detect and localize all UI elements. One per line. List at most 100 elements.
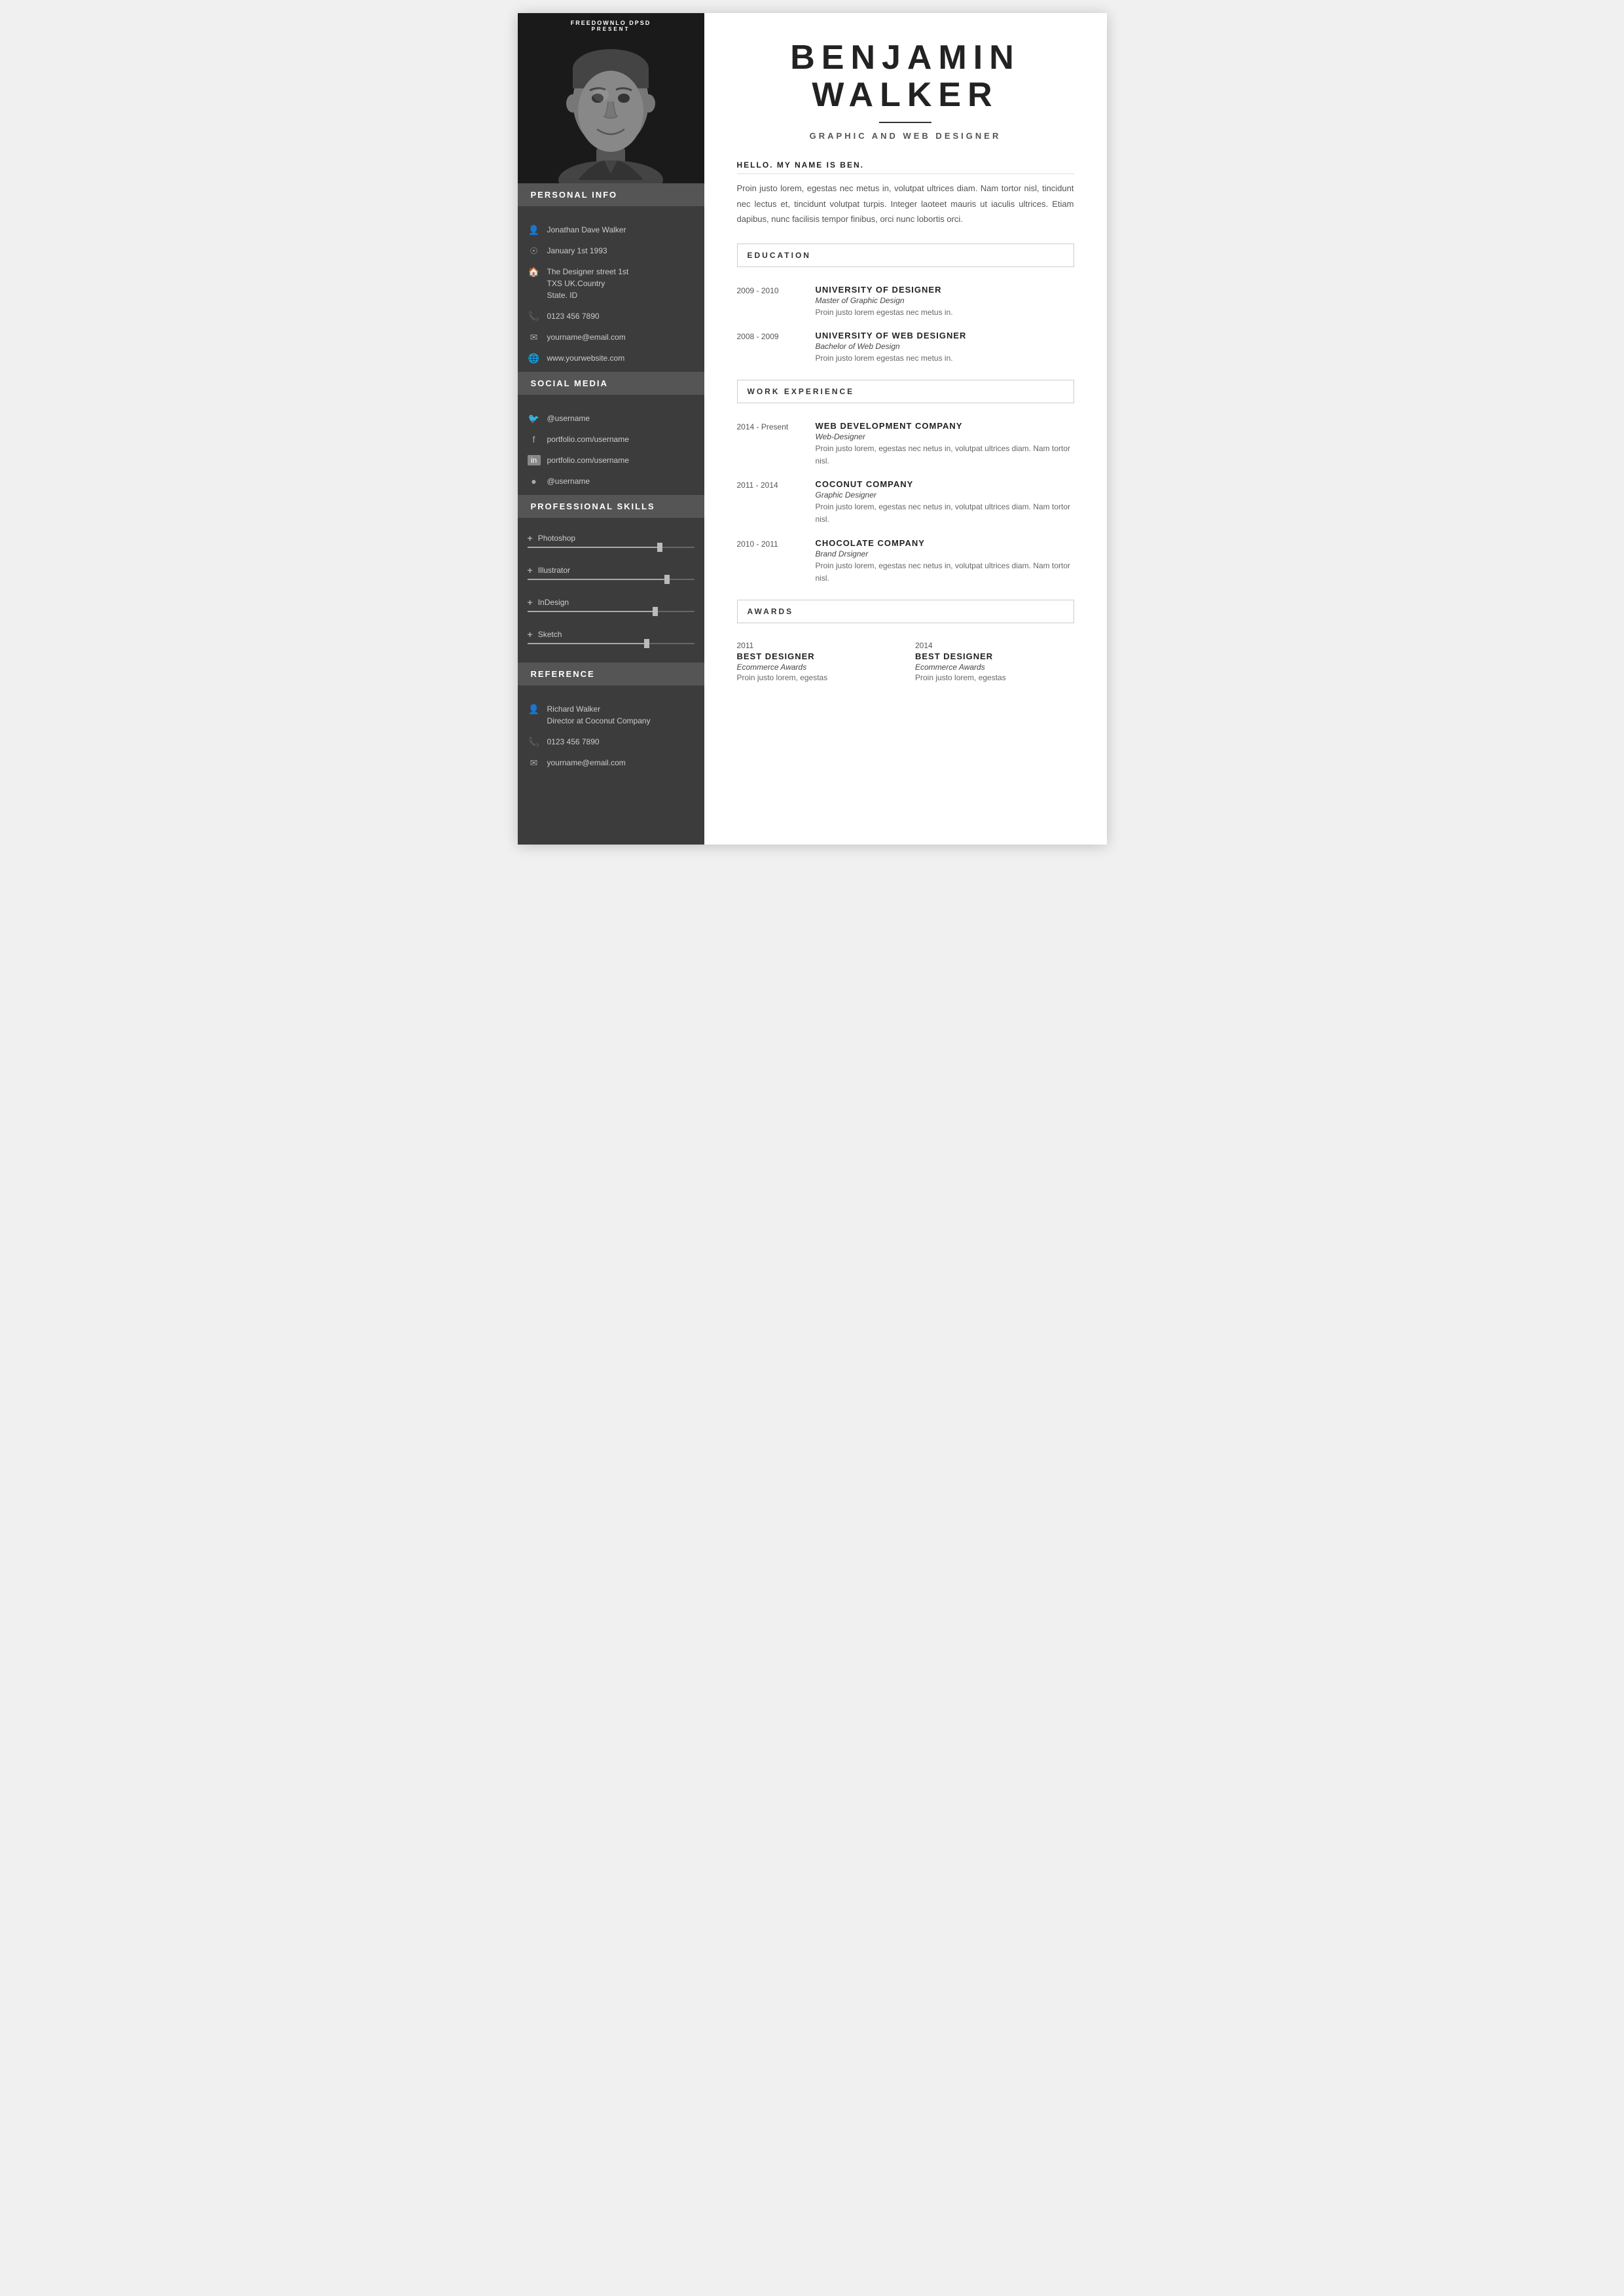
skill-header: + Sketch xyxy=(528,629,695,640)
work-content: 2014 - Present WEB DEVELOPMENT COMPANY W… xyxy=(737,413,1074,600)
award-year: 2014 xyxy=(915,641,1074,650)
work-company: CHOCOLATE COMPANY xyxy=(816,538,1074,548)
work-details: COCONUT COMPANY Graphic Designer Proin j… xyxy=(816,479,1074,526)
work-entry: 2014 - Present WEB DEVELOPMENT COMPANY W… xyxy=(737,421,1074,467)
email-icon: ✉ xyxy=(528,332,541,343)
skill-item: + InDesign xyxy=(518,592,704,624)
work-entry: 2010 - 2011 CHOCOLATE COMPANY Brand Drsi… xyxy=(737,538,1074,585)
email: yourname@email.com xyxy=(547,331,626,343)
edu-desc: Proin justo lorem egestas nec metus in. xyxy=(816,306,1074,319)
skill-name: Photoshop xyxy=(538,534,575,543)
skill-plus-icon: + xyxy=(528,597,533,608)
facebook-icon: f xyxy=(528,434,541,445)
edu-school: UNIVERSITY OF DESIGNER xyxy=(816,285,1074,295)
name-line1: BENJAMIN xyxy=(737,39,1074,77)
work-section: WORK EXPERIENCE xyxy=(737,380,1074,403)
resume-container: FREEDOWNLO DPSD PRESENT xyxy=(518,13,1107,845)
skill-bar-fill xyxy=(528,611,653,612)
work-desc: Proin justo lorem, egestas nec netus in,… xyxy=(816,443,1074,467)
intro-text: Proin justo lorem, egestas nec metus in,… xyxy=(737,181,1074,227)
instagram-row: ● @username xyxy=(518,471,704,492)
award-desc: Proin justo lorem, egestas xyxy=(915,673,1074,682)
skill-name: InDesign xyxy=(538,598,569,607)
education-section: EDUCATION xyxy=(737,244,1074,267)
instagram-icon: ● xyxy=(528,476,541,486)
linkedin-icon: in xyxy=(528,455,541,465)
address-icon: 🏠 xyxy=(528,266,541,278)
linkedin-row: in portfolio.com/username xyxy=(518,450,704,471)
award-title: BEST DESIGNER xyxy=(737,651,896,661)
personal-info-block: 👤 Jonathan Dave Walker ☉ January 1st 199… xyxy=(518,213,704,372)
skill-item: + Illustrator xyxy=(518,560,704,592)
work-role: Brand Drsigner xyxy=(816,549,1074,558)
awards-title: AWARDS xyxy=(748,607,1064,616)
work-company: WEB DEVELOPMENT COMPANY xyxy=(816,421,1074,431)
instagram-handle: @username xyxy=(547,475,590,487)
personal-name-row: 👤 Jonathan Dave Walker xyxy=(518,219,704,240)
award-org: Ecommerce Awards xyxy=(737,663,896,672)
education-entry: 2009 - 2010 UNIVERSITY OF DESIGNER Maste… xyxy=(737,285,1074,319)
edu-details: UNIVERSITY OF DESIGNER Master of Graphic… xyxy=(816,285,1074,319)
skill-bar xyxy=(528,611,695,612)
edu-desc: Proin justo lorem egestas nec metus in. xyxy=(816,352,1074,365)
work-details: CHOCOLATE COMPANY Brand Drsigner Proin j… xyxy=(816,538,1074,585)
watermark-line2: PRESENT xyxy=(518,26,704,32)
ref-email-icon: ✉ xyxy=(528,757,541,769)
ref-name: Richard Walker xyxy=(547,703,651,715)
facebook-row: f portfolio.com/username xyxy=(518,429,704,450)
award-org: Ecommerce Awards xyxy=(915,663,1074,672)
work-role: Web-Designer xyxy=(816,432,1074,441)
work-details: WEB DEVELOPMENT COMPANY Web-Designer Pro… xyxy=(816,421,1074,467)
facebook-url: portfolio.com/username xyxy=(547,433,629,445)
name-divider xyxy=(879,122,931,123)
edu-details: UNIVERSITY OF WEB DESIGNER Bachelor of W… xyxy=(816,331,1074,365)
award-item: 2014 BEST DESIGNER Ecommerce Awards Proi… xyxy=(915,641,1074,682)
education-title: EDUCATION xyxy=(748,251,1064,260)
skill-bar xyxy=(528,643,695,644)
ref-person-icon: 👤 xyxy=(528,704,541,715)
skill-header: + Photoshop xyxy=(528,533,695,543)
intro-label: HELLO. MY NAME IS BEN. xyxy=(737,160,1074,174)
dob-row: ☉ January 1st 1993 xyxy=(518,240,704,261)
twitter-handle: @username xyxy=(547,412,590,424)
work-entry: 2011 - 2014 COCONUT COMPANY Graphic Desi… xyxy=(737,479,1074,526)
twitter-icon: 🐦 xyxy=(528,413,541,424)
email-row: ✉ yourname@email.com xyxy=(518,327,704,348)
awards-section: AWARDS xyxy=(737,600,1074,623)
main-header: BENJAMIN WALKER GRAPHIC AND WEB DESIGNER xyxy=(737,39,1074,141)
job-title: GRAPHIC AND WEB DESIGNER xyxy=(737,131,1074,141)
award-desc: Proin justo lorem, egestas xyxy=(737,673,896,682)
work-title: WORK EXPERIENCE xyxy=(748,387,1064,396)
linkedin-url: portfolio.com/username xyxy=(547,454,629,466)
education-entry: 2008 - 2009 UNIVERSITY OF WEB DESIGNER B… xyxy=(737,331,1074,365)
website-row: 🌐 www.yourwebsite.com xyxy=(518,348,704,369)
skill-bar-thumb xyxy=(664,575,670,584)
address-row: 🏠 The Designer street 1st TXS UK.Country… xyxy=(518,261,704,306)
skill-bar-fill xyxy=(528,643,645,644)
edu-dates: 2009 - 2010 xyxy=(737,285,803,319)
work-company: COCONUT COMPANY xyxy=(816,479,1074,489)
phone: 0123 456 7890 xyxy=(547,310,600,322)
awards-grid: 2011 BEST DESIGNER Ecommerce Awards Proi… xyxy=(737,633,1074,685)
address: The Designer street 1st TXS UK.Country S… xyxy=(547,266,629,301)
ref-email-row: ✉ yourname@email.com xyxy=(518,752,704,773)
globe-icon: 🌐 xyxy=(528,353,541,364)
skill-bar-thumb xyxy=(657,543,662,552)
award-year: 2011 xyxy=(737,641,896,650)
ref-name-row: 👤 Richard Walker Director at Coconut Com… xyxy=(518,699,704,731)
skill-bar-thumb xyxy=(644,639,649,648)
calendar-icon: ☉ xyxy=(528,246,541,257)
skills-block: + Photoshop + Illustrator + InDesign xyxy=(518,524,704,663)
skill-plus-icon: + xyxy=(528,565,533,575)
sidebar: FREEDOWNLO DPSD PRESENT xyxy=(518,13,704,845)
reference-block: 👤 Richard Walker Director at Coconut Com… xyxy=(518,692,704,776)
edu-degree: Master of Graphic Design xyxy=(816,296,1074,305)
work-dates: 2014 - Present xyxy=(737,421,803,467)
personal-info-title: PERSONAL INFO xyxy=(518,183,704,206)
edu-dates: 2008 - 2009 xyxy=(737,331,803,365)
social-block: 🐦 @username f portfolio.com/username in … xyxy=(518,401,704,495)
ref-email: yourname@email.com xyxy=(547,757,626,769)
skill-bar-fill xyxy=(528,547,658,548)
skill-item: + Sketch xyxy=(518,624,704,656)
skill-header: + InDesign xyxy=(528,597,695,608)
